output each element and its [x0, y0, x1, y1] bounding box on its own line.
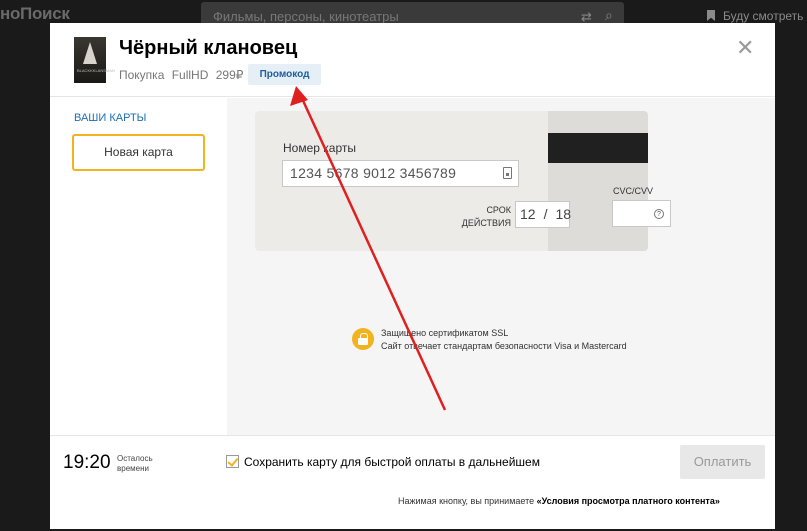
promo-code-button[interactable]: Промокод [248, 64, 321, 85]
terms-link[interactable]: «Условия просмотра платного контента» [537, 496, 720, 506]
price-label: 299₽ [215, 68, 244, 82]
card-scan-icon [503, 167, 512, 179]
site-logo[interactable]: нoПоиск [0, 4, 70, 24]
ssl-line1: Защищено сертификатом SSL [381, 328, 509, 338]
watchlist-label: Буду смотреть [723, 9, 804, 23]
expiry-year: 18 [555, 206, 572, 222]
expiry-month: 12 [520, 206, 536, 222]
search-icon[interactable]: ⌕ [605, 7, 613, 24]
movie-title: Чёрный клановец [119, 37, 298, 59]
bookmark-icon [707, 10, 715, 21]
ssl-line2: Сайт отвечает стандартам безопасности Vi… [381, 341, 627, 351]
quality-label: FullHD [171, 68, 209, 82]
pay-button[interactable]: Оплатить [680, 445, 765, 479]
timer-label: Осталось времени [117, 454, 153, 474]
poster-title-text: BLACKKKLANSMAN [77, 68, 115, 73]
watchlist-link[interactable]: Буду смотреть [707, 9, 803, 23]
sidebar-title: ВАШИ КАРТЫ [74, 112, 147, 124]
timer-label-line2: времени [117, 464, 149, 473]
new-card-button[interactable]: Новая карта [72, 134, 205, 171]
lock-icon [352, 328, 374, 350]
expiry-label: СРОК ДЕЙСТВИЯ [435, 204, 511, 230]
modal-footer: 19:20 Осталось времени Сохранить карту д… [50, 435, 775, 529]
expiry-label-line1: СРОК [486, 205, 511, 215]
card-number-field[interactable]: 1234 5678 9012 3456789 [282, 160, 519, 187]
cvc-field[interactable]: ? [612, 200, 671, 227]
cvc-label: CVC/CVV [613, 186, 654, 196]
movie-poster: BLACKKKLANSMAN [74, 37, 115, 83]
card-number-value: 1234 5678 9012 3456789 [290, 165, 457, 181]
poster-hood-figure [83, 42, 97, 64]
expiry-label-line2: ДЕЙСТВИЯ [461, 218, 511, 228]
timer-label-line1: Осталось [117, 454, 153, 463]
cards-sidebar: ВАШИ КАРТЫ Новая карта [50, 98, 227, 435]
magnetic-stripe [548, 133, 648, 163]
save-card-label[interactable]: Сохранить карту для быстрой оплаты в дал… [244, 455, 540, 469]
help-icon[interactable]: ? [654, 209, 664, 219]
modal-header: BLACKKKLANSMAN Чёрный клановец Покупка F… [50, 23, 775, 97]
purchase-label: Покупка [119, 68, 165, 82]
ssl-notice: Защищено сертификатом SSL Сайт отвечает … [381, 327, 627, 353]
payment-modal: BLACKKKLANSMAN Чёрный клановец Покупка F… [50, 23, 775, 529]
card-back [548, 111, 648, 251]
site-search-placeholder: Фильмы, персоны, кинотеатры [213, 9, 399, 24]
purchase-info: Покупка FullHD 299₽ [119, 68, 247, 82]
terms-text: Нажимая кнопку, вы принимаете «Условия п… [398, 496, 720, 506]
card-number-label: Номер карты [283, 141, 356, 155]
countdown-timer: 19:20 [63, 452, 111, 473]
close-icon[interactable]: ✕ [736, 37, 754, 59]
expiry-field[interactable]: 12 / 18 [515, 201, 572, 228]
save-card-checkbox[interactable] [226, 455, 239, 468]
terms-prefix: Нажимая кнопку, вы принимаете [398, 496, 537, 506]
expiry-separator: / [543, 206, 548, 222]
